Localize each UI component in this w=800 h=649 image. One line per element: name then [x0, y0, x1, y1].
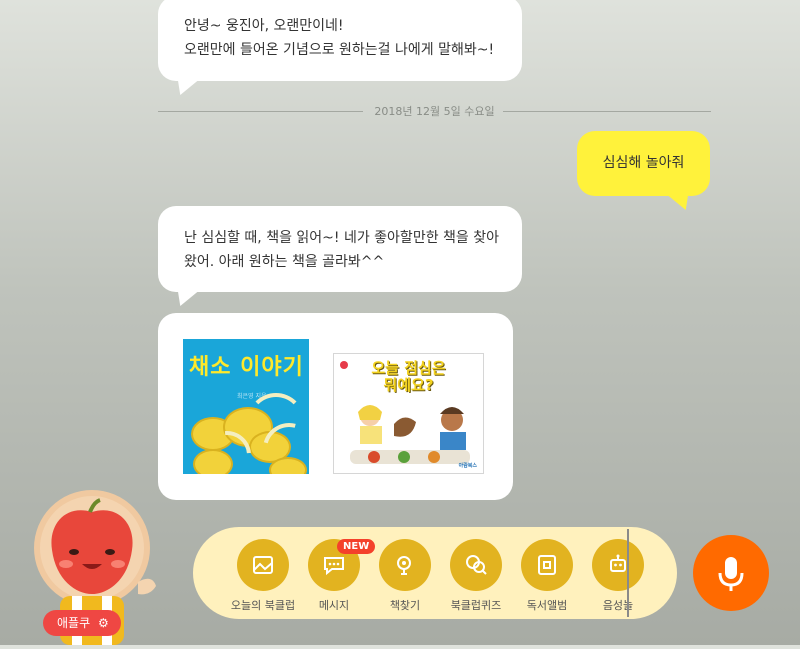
mascot-settings-button[interactable]: 애플쿠 ⚙ — [43, 610, 121, 636]
dock-item-find-book[interactable]: 책찾기 — [370, 539, 440, 613]
bot-message-line: 난 심심할 때, 책을 읽어~! 네가 좋아할만한 책을 찾아 — [184, 230, 499, 246]
date-divider: 2018년 12월 5일 수요일 — [158, 103, 711, 119]
search-book-icon — [379, 539, 431, 591]
book-cover-veggie-story[interactable]: 채소 이야기 최은영 지음 — [183, 339, 309, 474]
book-cover-lunch[interactable]: 오늘 점심은 뭐예요? 아람북스 — [333, 353, 484, 474]
user-message-bubble: 심심해 놀아줘 — [577, 131, 710, 210]
dock-scroll-edge — [627, 529, 629, 617]
dock-item-label: 오늘의 북클럽 — [230, 599, 296, 612]
user-message-text: 심심해 놀아줘 — [602, 155, 685, 171]
dock-item-label: 메시지 — [318, 599, 350, 612]
mascot-name: 애플쿠 — [57, 616, 91, 630]
dock-item-voice-play[interactable]: 음성놀 — [583, 539, 653, 613]
microphone-icon — [718, 557, 744, 591]
book-title: 채소 이야기 — [189, 355, 304, 380]
bot-message-line: 안녕~ 웅진아, 오랜만이네! — [184, 18, 344, 34]
quiz-search-icon — [450, 539, 502, 591]
menu-dock: 오늘의 북클럽 메시지 책찾기 북클럽퀴즈 독서앨범 음성놀 — [193, 527, 677, 619]
microphone-button[interactable] — [693, 535, 769, 611]
bot-message-bubble: 안녕~ 웅진아, 오랜만이네! 오랜만에 들어온 기념으로 원하는걸 나에게 말… — [158, 0, 522, 95]
dock-item-label: 독서앨범 — [526, 599, 568, 612]
dock-item-reading-album[interactable]: 독서앨범 — [512, 539, 582, 613]
dock-item-todays-bookclub[interactable]: 오늘의 북클럽 — [228, 539, 298, 613]
book-publisher: 아람북스 — [458, 463, 477, 469]
new-badge: NEW — [337, 539, 376, 554]
dock-item-label: 음성놀 — [602, 599, 634, 612]
bot-message-line: 왔어. 아래 원하는 책을 골라봐^^ — [184, 254, 385, 270]
gear-icon: ⚙ — [97, 616, 109, 630]
bot-message-line: 오랜만에 들어온 기념으로 원하는걸 나에게 말해봐~! — [184, 42, 495, 58]
book-envelope-icon — [237, 539, 289, 591]
album-icon — [521, 539, 573, 591]
dock-item-label: 책찾기 — [389, 599, 421, 612]
dock-item-bookclub-quiz[interactable]: 북클럽퀴즈 — [441, 539, 511, 613]
book-illustration — [340, 361, 470, 464]
robot-icon — [592, 539, 644, 591]
date-label: 2018년 12월 5일 수요일 — [374, 105, 495, 118]
dock-item-label: 북클럽퀴즈 — [450, 599, 502, 612]
bot-message-bubble: 난 심심할 때, 책을 읽어~! 네가 좋아할만한 책을 찾아 왔어. 아래 원… — [158, 206, 522, 306]
